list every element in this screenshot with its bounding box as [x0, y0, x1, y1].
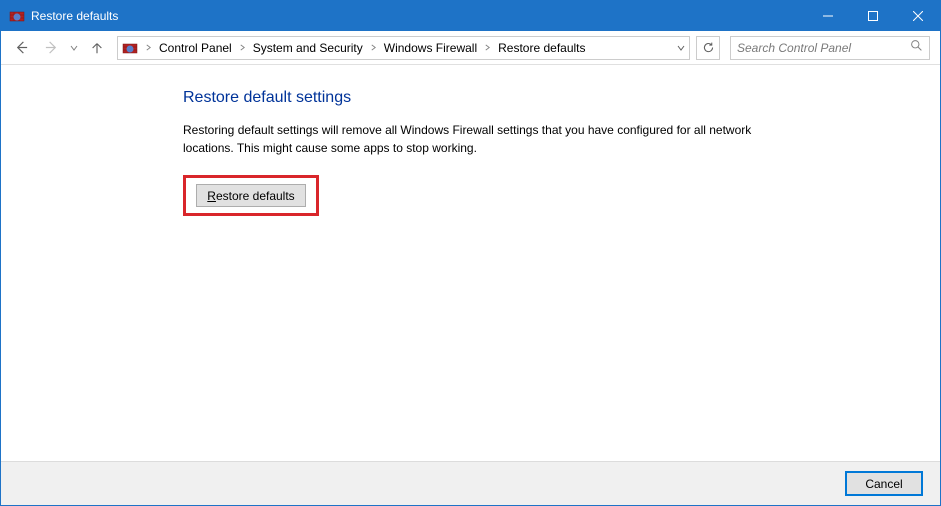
restore-defaults-button[interactable]: Restore defaults — [196, 184, 306, 207]
navbar: Control Panel System and Security Window… — [1, 31, 940, 65]
highlight-annotation: Restore defaults — [183, 175, 319, 216]
forward-button[interactable] — [37, 34, 65, 62]
history-dropdown[interactable] — [67, 34, 81, 62]
breadcrumb-item[interactable]: Restore defaults — [494, 41, 589, 55]
minimize-button[interactable] — [805, 1, 850, 31]
maximize-button[interactable] — [850, 1, 895, 31]
chevron-right-icon — [481, 44, 494, 51]
search-box[interactable] — [730, 36, 930, 60]
breadcrumb-item[interactable]: System and Security — [249, 41, 367, 55]
back-button[interactable] — [7, 34, 35, 62]
titlebar: Restore defaults — [1, 1, 940, 31]
cancel-button[interactable]: Cancel — [846, 472, 922, 495]
close-button[interactable] — [895, 1, 940, 31]
up-button[interactable] — [83, 34, 111, 62]
address-bar[interactable]: Control Panel System and Security Window… — [117, 36, 690, 60]
search-icon — [910, 39, 923, 57]
content-area: Restore default settings Restoring defau… — [1, 65, 940, 461]
breadcrumb-item[interactable]: Control Panel — [155, 41, 236, 55]
refresh-button[interactable] — [696, 36, 720, 60]
breadcrumb-item[interactable]: Windows Firewall — [380, 41, 481, 55]
chevron-right-icon — [142, 44, 155, 51]
mnemonic: R — [207, 189, 216, 203]
chevron-right-icon — [367, 44, 380, 51]
firewall-icon — [122, 40, 138, 56]
window-title: Restore defaults — [31, 9, 118, 23]
page-heading: Restore default settings — [183, 89, 940, 107]
firewall-icon — [9, 8, 25, 24]
footer: Cancel — [1, 461, 940, 505]
button-label-suffix: estore defaults — [216, 189, 295, 203]
address-dropdown[interactable] — [671, 37, 689, 59]
search-input[interactable] — [737, 41, 910, 55]
chevron-right-icon — [236, 44, 249, 51]
page-description: Restoring default settings will remove a… — [183, 121, 803, 157]
